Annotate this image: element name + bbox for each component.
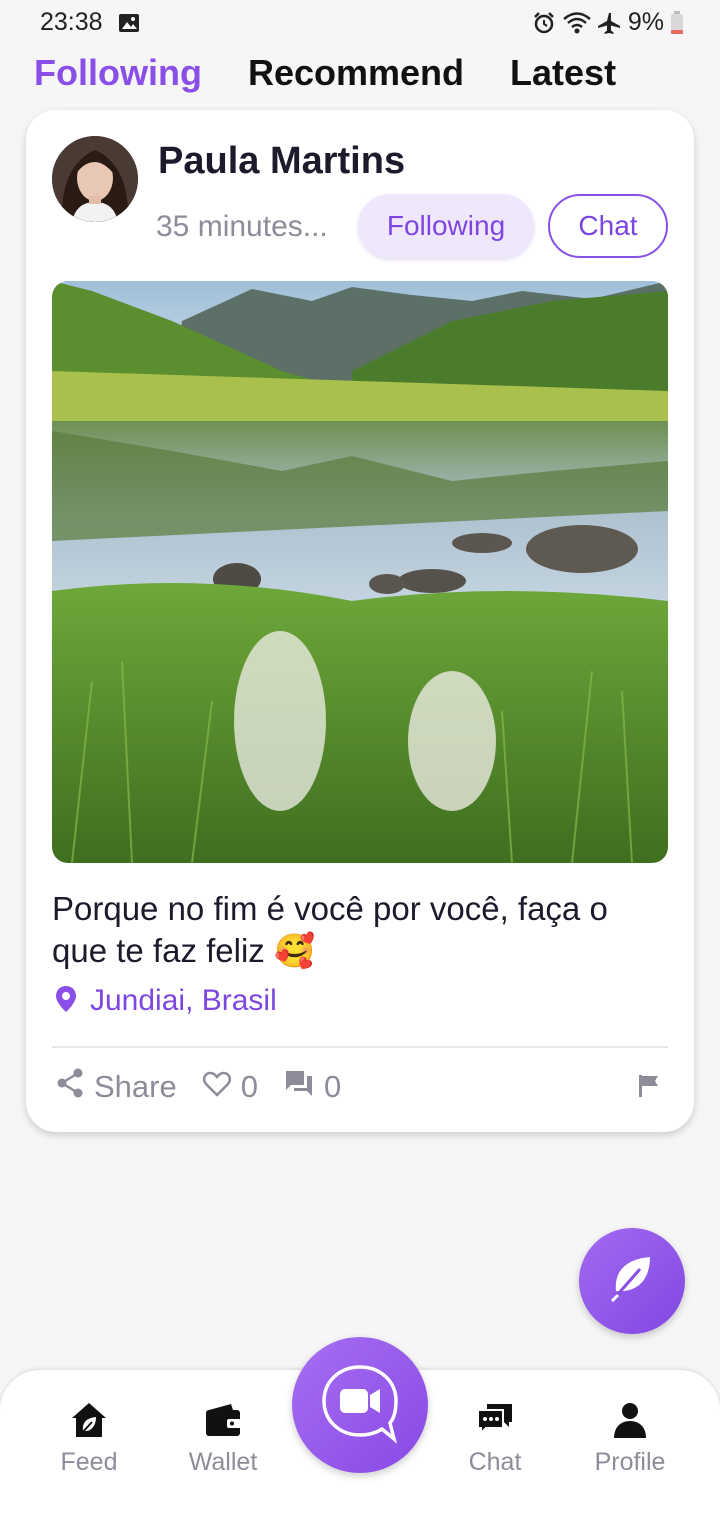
author-name[interactable]: Paula Martins: [158, 140, 405, 183]
avatar[interactable]: [52, 136, 138, 222]
new-post-fab[interactable]: [579, 1228, 685, 1334]
location[interactable]: Jundiai, Brasil: [56, 984, 277, 1018]
airplane-icon: [597, 11, 622, 35]
leaf-icon: [606, 1253, 658, 1310]
wallet-icon: [163, 1400, 283, 1440]
nav-wallet[interactable]: Wallet: [163, 1400, 283, 1477]
comment-count: 0: [323, 1069, 342, 1104]
video-call-icon: [318, 1361, 402, 1450]
tab-latest[interactable]: Latest: [510, 52, 616, 94]
post-time: 35 minutes...: [156, 210, 328, 243]
comment-icon: [284, 1069, 314, 1105]
comment-action[interactable]: 0: [284, 1069, 341, 1105]
location-text: Jundiai, Brasil: [90, 984, 277, 1017]
app-screen: 23:38 9% Following Recommend Latest Paul…: [0, 0, 720, 1516]
nav-feed[interactable]: Feed: [29, 1400, 149, 1477]
divider: [52, 1046, 668, 1048]
tab-recommend[interactable]: Recommend: [248, 52, 464, 94]
image-icon: [118, 12, 140, 34]
post-card: Paula Martins 35 minutes... Following Ch…: [26, 110, 694, 1132]
post-actions: Share 0 0: [56, 1066, 666, 1108]
share-icon: [56, 1068, 84, 1106]
heart-icon: [202, 1069, 231, 1105]
post-image[interactable]: [52, 281, 668, 863]
following-button[interactable]: Following: [358, 194, 534, 258]
location-pin-icon: [56, 985, 76, 1017]
tab-following[interactable]: Following: [34, 52, 202, 94]
post-text: Porque no fim é você por você, faça o qu…: [52, 890, 608, 969]
status-time: 23:38: [40, 8, 103, 36]
nav-feed-label: Feed: [60, 1448, 118, 1476]
chat-button[interactable]: Chat: [548, 194, 668, 258]
wifi-icon: [562, 11, 592, 35]
nav-profile[interactable]: Profile: [570, 1400, 690, 1477]
status-bar: 23:38 9%: [0, 0, 720, 46]
alarm-icon: [532, 11, 556, 35]
battery-text: 9%: [627, 8, 664, 36]
like-action[interactable]: 0: [202, 1069, 258, 1105]
battery-low-icon: [670, 10, 684, 35]
share-action[interactable]: Share: [56, 1068, 177, 1106]
video-call-button[interactable]: [292, 1337, 428, 1473]
nav-chat-label: Chat: [468, 1448, 522, 1476]
nav-wallet-label: Wallet: [188, 1448, 258, 1476]
chat-bubbles-icon: [435, 1400, 555, 1440]
share-label: Share: [94, 1069, 177, 1104]
nav-chat[interactable]: Chat: [435, 1400, 555, 1477]
feed-tabs: Following Recommend Latest: [34, 48, 662, 98]
person-icon: [570, 1400, 690, 1440]
status-icons: 9%: [532, 8, 684, 37]
like-count: 0: [240, 1069, 258, 1104]
nav-profile-label: Profile: [594, 1448, 666, 1476]
home-leaf-icon: [29, 1400, 149, 1440]
report-flag-icon[interactable]: [638, 1074, 660, 1103]
